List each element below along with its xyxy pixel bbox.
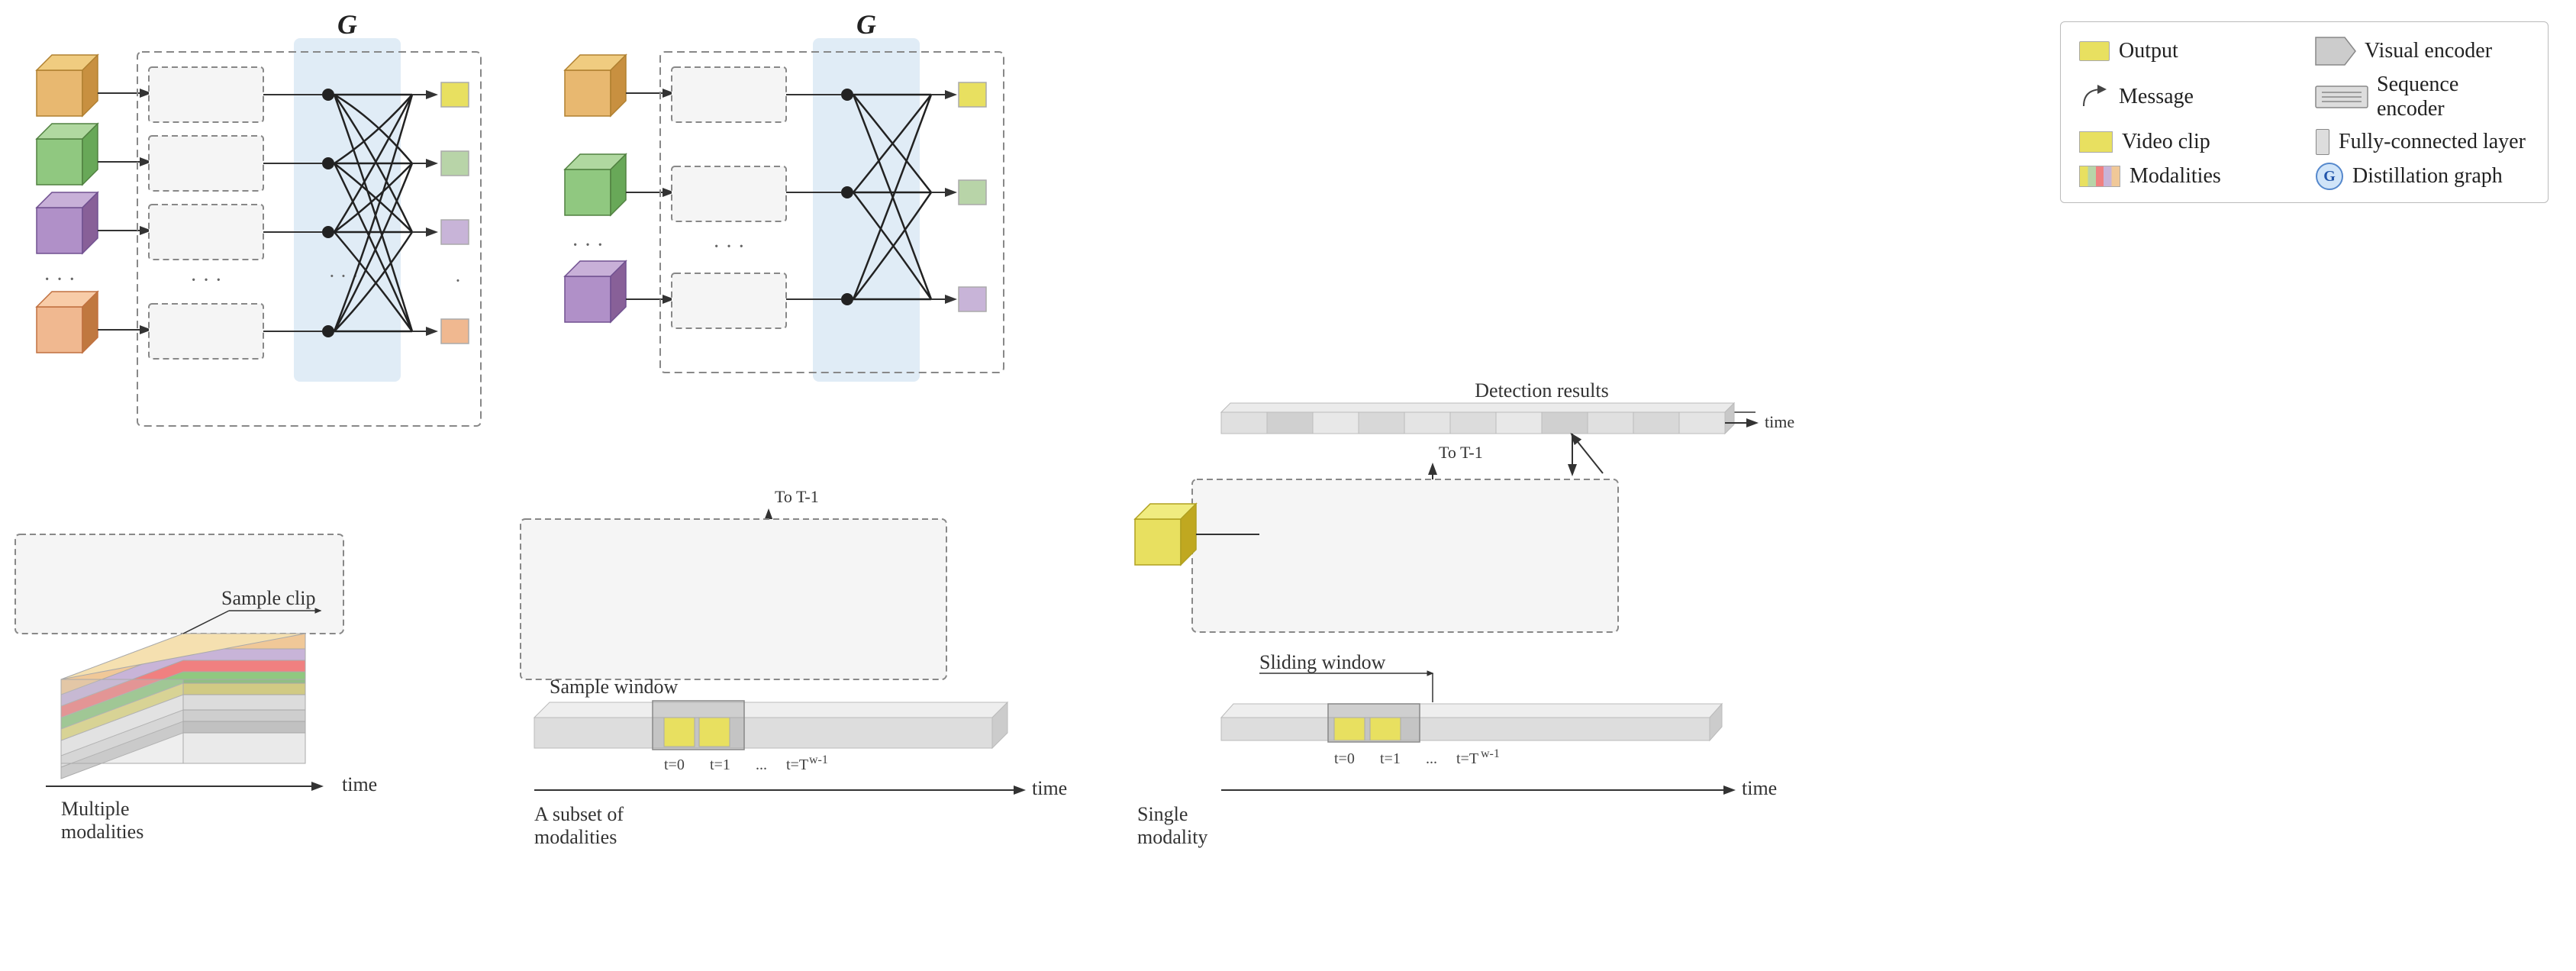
panel2-box3 [565, 261, 626, 322]
panel1-node3 [149, 205, 263, 260]
p3-det-seg2 [1267, 412, 1313, 434]
panel1-gdot3 [322, 226, 334, 238]
p2-timeline-bar-top [534, 702, 1008, 718]
panel2-gdot2 [841, 186, 853, 198]
panel2-dots: · · · [572, 234, 604, 257]
p3-det-top [1221, 403, 1734, 412]
panel2-node1 [672, 67, 786, 122]
panel1-box3 [37, 192, 98, 253]
p2-tW-sub: w-1 [809, 753, 828, 766]
p3-timeline-bar-bot [1221, 718, 1710, 740]
p3-single-label2: modality [1137, 826, 1207, 848]
panel1-node1 [149, 67, 263, 122]
p3-tW-sub: w-1 [1481, 747, 1500, 760]
p3-det-seg1 [1221, 412, 1267, 434]
panel2-box1 [565, 55, 626, 116]
panel2-node-dots: · · · [713, 235, 745, 259]
panel1-node2 [149, 136, 263, 191]
panel1-out3 [441, 220, 469, 244]
panel2-G-label: G [856, 9, 876, 40]
panel1-out-dots: · [455, 269, 462, 292]
p3-det-seg4 [1359, 412, 1404, 434]
p3-tW: t=T [1456, 750, 1478, 767]
p2-clip1 [664, 718, 695, 747]
p3-clip1 [1334, 718, 1365, 740]
p3-det-seg8 [1542, 412, 1588, 434]
p2-time-label: time [1032, 777, 1067, 799]
p3-det-seg9 [1588, 412, 1633, 434]
p3-det-seg7 [1496, 412, 1542, 434]
panel2-out2 [959, 180, 986, 205]
p2-timeline-bar-bot [534, 718, 992, 748]
panel1-sample-label: Sample clip [221, 587, 315, 609]
p2-subset-label2: modalities [534, 826, 617, 848]
panel1-box1 [37, 55, 98, 116]
panel1-gdot2 [322, 157, 334, 169]
panel1-box4 [37, 292, 98, 353]
p2-tW: t=T [786, 756, 808, 773]
panel1-out1 [441, 82, 469, 107]
p2-t1: t=1 [710, 756, 730, 773]
p2-clip2 [699, 718, 730, 747]
p3-det-seg10 [1633, 412, 1679, 434]
panel1-multimodal-bars [61, 634, 305, 779]
panel1-node-dots: · · · [190, 269, 222, 292]
panel2-box2 [565, 154, 626, 215]
p2-subset-label1: A subset of [534, 803, 624, 825]
panel1-G-label: G [337, 9, 357, 40]
p2-sample-label: Sample window [550, 676, 678, 698]
panel1-gdot1 [322, 89, 334, 101]
panel2-out1 [959, 82, 986, 107]
panel1-multi-label2: modalities [61, 821, 143, 843]
p3-toT1-label: To T-1 [1439, 443, 1483, 462]
p3-slide-label: Sliding window [1259, 651, 1386, 673]
panel1-node4 [149, 304, 263, 359]
p3-clip2 [1370, 718, 1401, 740]
p3-det-seg3 [1313, 412, 1359, 434]
panel1-out2 [441, 151, 469, 176]
panel2-node2 [672, 166, 786, 221]
p3-det-seg6 [1450, 412, 1496, 434]
p3-time-label: time [1742, 777, 1777, 799]
p3-timeline-bar-top [1221, 704, 1722, 718]
p3-det-time: time [1765, 412, 1794, 431]
p3-det-seg11 [1679, 412, 1725, 434]
panel2-node3 [672, 273, 786, 328]
p3-det-seg5 [1404, 412, 1450, 434]
p2-enc-outer [521, 519, 946, 679]
p3-t0: t=0 [1334, 750, 1355, 767]
panel1-out4 [441, 319, 469, 344]
panel2-gdot3 [841, 293, 853, 305]
panel1-box2 [37, 124, 98, 185]
panel1-gdot4 [322, 325, 334, 337]
panel1-multi-label1: Multiple [61, 798, 130, 820]
panel2-gdot1 [841, 89, 853, 101]
p3-tdots: ... [1426, 750, 1437, 767]
p3-detection-label: Detection results [1475, 379, 1608, 402]
p3-enc-outer [1192, 479, 1618, 632]
panel2-out3 [959, 287, 986, 311]
p2-t0: t=0 [664, 756, 685, 773]
p3-single-box [1135, 504, 1196, 565]
p2-tdots: ... [756, 756, 767, 773]
main-diagram: · · · · · · G · · · [0, 0, 2576, 971]
panel1-enc-outer [15, 534, 343, 634]
p2-toT1-label: To T-1 [775, 487, 819, 506]
panel1-dots: · · · [44, 268, 76, 292]
p3-single-label1: Single [1137, 803, 1188, 825]
p3-t1: t=1 [1380, 750, 1401, 767]
p3-enc-det-arr [1572, 435, 1603, 473]
panel1-time-label: time [342, 773, 377, 795]
